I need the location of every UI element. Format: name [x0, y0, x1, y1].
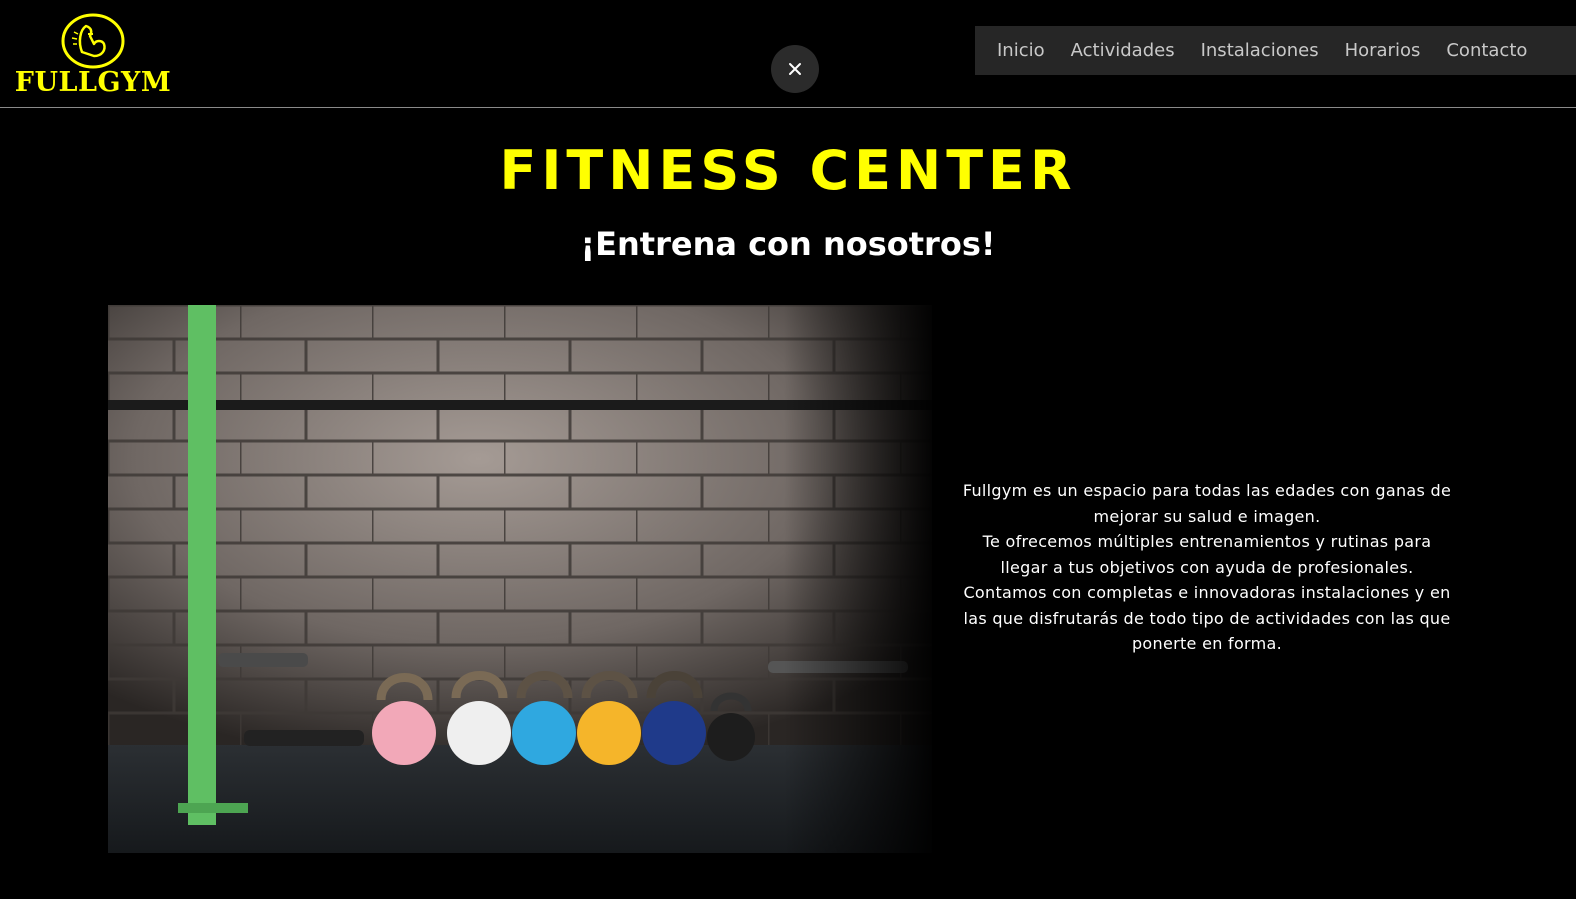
description-paragraph: Fullgym es un espacio para todas las eda…: [962, 481, 1452, 526]
kettlebells-image: [108, 305, 932, 853]
page-title: FITNESS CENTER: [499, 139, 1077, 202]
main-navigation: Inicio Actividades Instalaciones Horario…: [975, 26, 1576, 75]
nav-item-inicio[interactable]: Inicio: [997, 40, 1045, 61]
close-icon: [789, 63, 801, 75]
nav-item-actividades[interactable]: Actividades: [1071, 40, 1175, 61]
nav-item-horarios[interactable]: Horarios: [1345, 40, 1421, 61]
flexed-arm-logo-icon: [61, 13, 125, 69]
nav-item-instalaciones[interactable]: Instalaciones: [1201, 40, 1319, 61]
gym-photo: [108, 305, 932, 853]
description-paragraph: Contamos con completas e innovadoras ins…: [963, 583, 1451, 653]
gym-description: Fullgym es un espacio para todas las eda…: [962, 478, 1452, 657]
logo[interactable]: FULLGYM: [10, 10, 176, 98]
close-button[interactable]: [771, 45, 819, 93]
site-header: FULLGYM Inicio Actividades Instalaciones…: [0, 0, 1576, 108]
nav-item-contacto[interactable]: Contacto: [1446, 40, 1527, 61]
page-subtitle: ¡Entrena con nosotros!: [580, 225, 996, 263]
brand-name: FULLGYM: [14, 67, 172, 98]
description-paragraph: Te ofrecemos múltiples entrenamientos y …: [982, 532, 1432, 577]
